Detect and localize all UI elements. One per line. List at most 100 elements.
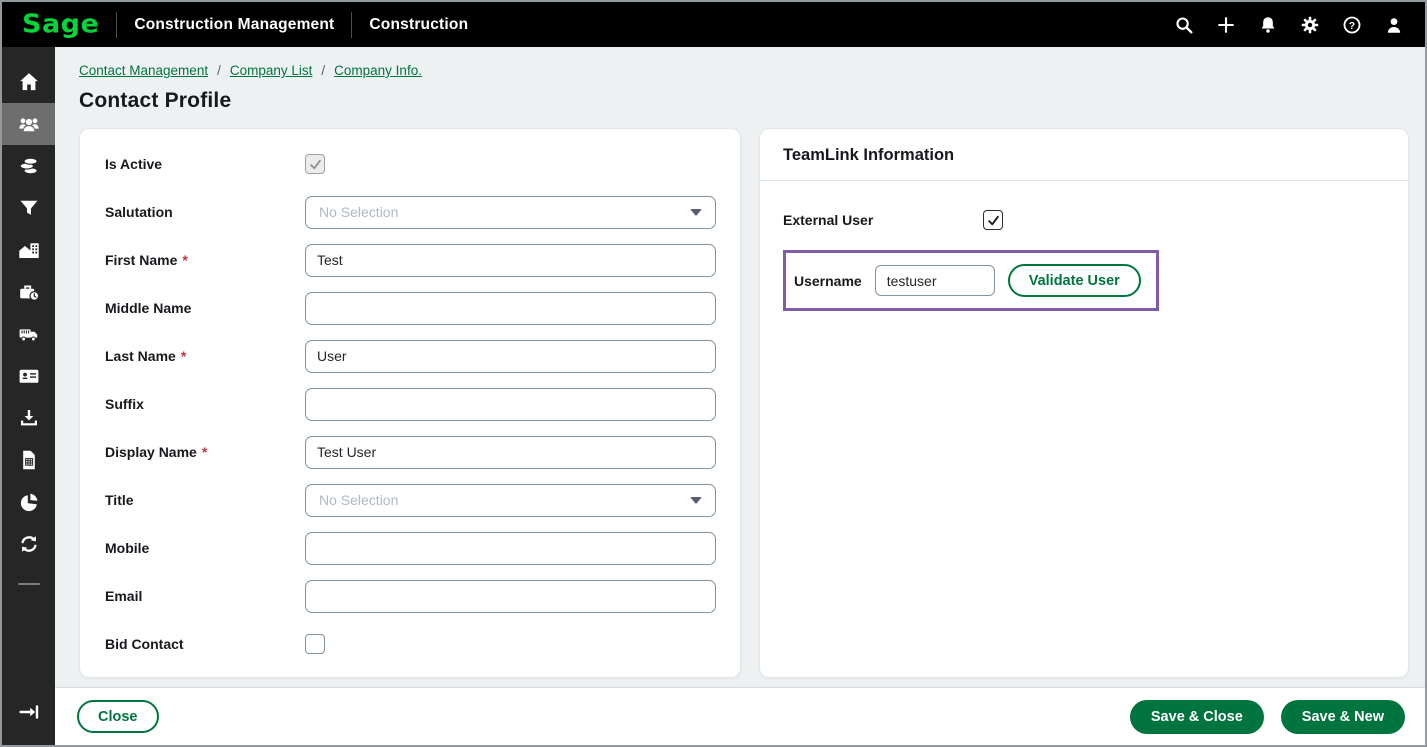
sidebar-item-contact-card[interactable] [2,355,55,397]
document-grid-icon [17,448,41,472]
username-highlight-box: Username Validate User [783,250,1159,311]
username-label: Username [794,273,862,289]
coins-icon [17,154,41,178]
refresh-icon [17,532,41,556]
form-row-is-active: Is Active [105,140,714,188]
breadcrumb: Contact Management / Company List / Comp… [79,63,1409,78]
checkmark-icon [986,213,1001,228]
dropdown-caret-icon [690,209,702,216]
title-select-value: No Selection [319,492,398,508]
topbar: Sage Construction Management Constructio… [2,2,1425,47]
form-row-title: Title No Selection [105,476,714,524]
sidebar-item-import[interactable] [2,397,55,439]
external-user-checkbox[interactable] [983,210,1003,230]
collapse-icon [17,700,41,724]
is-active-checkbox [305,154,325,174]
module-title: Construction [369,16,468,34]
app-title: Construction Management [134,16,334,34]
sidebar-item-equipment[interactable] [2,313,55,355]
username-input[interactable] [875,265,995,296]
form-row-email: Email [105,572,714,620]
topbar-divider [116,12,117,38]
salutation-label: Salutation [105,204,173,220]
form-row-first-name: First Name * [105,236,714,284]
display-name-input[interactable] [305,436,716,469]
breadcrumb-separator: / [217,63,221,78]
form-row-suffix: Suffix [105,380,714,428]
dropdown-caret-icon [690,497,702,504]
bid-contact-label: Bid Contact [105,636,184,652]
id-card-icon [17,364,41,388]
mobile-input[interactable] [305,532,716,565]
sidebar-nav [2,47,55,745]
filter-icon [17,196,41,220]
is-active-label: Is Active [105,156,162,172]
breadcrumb-company-info[interactable]: Company Info. [334,63,422,78]
title-select[interactable]: No Selection [305,484,716,517]
page-title: Contact Profile [79,89,1409,113]
validate-user-button[interactable]: Validate User [1008,264,1141,297]
title-label: Title [105,492,134,508]
middle-name-input[interactable] [305,292,716,325]
sidebar-item-contacts[interactable] [2,103,55,145]
close-button[interactable]: Close [77,700,159,733]
truck-icon [17,322,41,346]
middle-name-label: Middle Name [105,300,191,316]
breadcrumb-separator: / [321,63,325,78]
notifications-icon[interactable] [1255,12,1281,38]
breadcrumb-company-list[interactable]: Company List [230,63,313,78]
sidebar-collapse-toggle[interactable] [2,691,55,733]
form-row-last-name: Last Name* [105,332,714,380]
form-row-mobile: Mobile [105,524,714,572]
email-label: Email [105,588,142,604]
form-row-salutation: Salutation No Selection [105,188,714,236]
briefcase-clock-icon [17,280,41,304]
form-row-bid-contact: Bid Contact [105,620,714,668]
help-icon[interactable]: ? [1339,12,1365,38]
svg-text:?: ? [1349,19,1355,31]
add-icon[interactable] [1213,12,1239,38]
sidebar-item-sync[interactable] [2,523,55,565]
settings-icon[interactable] [1297,12,1323,38]
contact-profile-card: Is Active Salutation No Selection [79,128,741,678]
email-input[interactable] [305,580,716,613]
sidebar-item-analytics[interactable] [2,481,55,523]
required-asterisk: * [181,348,186,364]
footer-bar: Close Save & Close Save & New [55,687,1425,745]
bid-contact-checkbox[interactable] [305,634,325,654]
user-icon[interactable] [1381,12,1407,38]
sidebar-item-reports[interactable] [2,439,55,481]
breadcrumb-contact-management[interactable]: Contact Management [79,63,208,78]
sidebar-item-jobs[interactable] [2,271,55,313]
app-window: Sage Construction Management Constructio… [0,0,1427,747]
topbar-divider [351,12,352,38]
main-area: Contact Management / Company List / Comp… [55,47,1425,745]
sidebar-divider [18,583,40,585]
suffix-label: Suffix [105,396,144,412]
first-name-input[interactable] [305,244,716,277]
save-new-button[interactable]: Save & New [1281,700,1405,734]
teamlink-title: TeamLink Information [760,129,1408,181]
buildings-icon [17,238,41,262]
last-name-input[interactable] [305,340,716,373]
form-row-middle-name: Middle Name [105,284,714,332]
sidebar-item-buildings[interactable] [2,229,55,271]
sidebar-item-coins[interactable] [2,145,55,187]
sidebar-item-home[interactable] [2,61,55,103]
home-icon [17,70,41,94]
topbar-icons: ? [1171,12,1407,38]
sage-logo: Sage [22,10,99,40]
sidebar-item-filter[interactable] [2,187,55,229]
download-icon [17,406,41,430]
salutation-select[interactable]: No Selection [305,196,716,229]
pie-chart-icon [17,490,41,514]
suffix-input[interactable] [305,388,716,421]
external-user-label: External User [783,212,983,228]
display-name-label: Display Name [105,444,197,460]
search-icon[interactable] [1171,12,1197,38]
people-group-icon [17,112,41,136]
required-asterisk: * [202,444,207,460]
required-asterisk: * [182,252,187,268]
save-close-button[interactable]: Save & Close [1130,700,1264,734]
first-name-label: First Name [105,252,177,268]
